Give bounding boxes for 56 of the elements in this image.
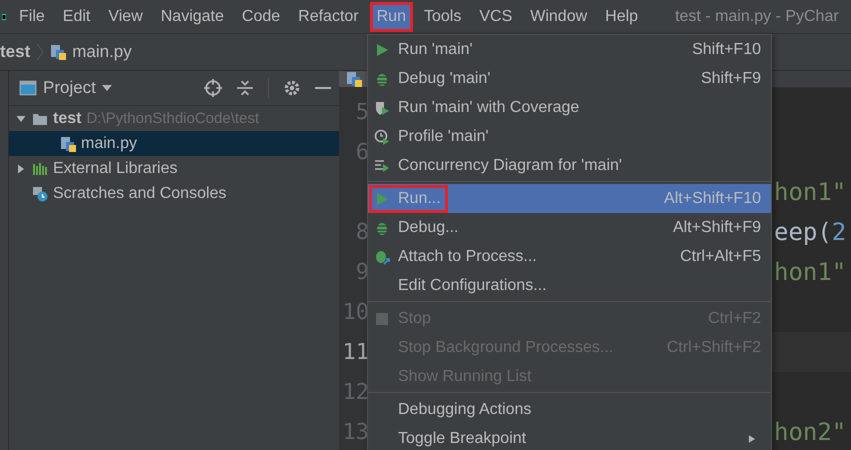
- menu-entry[interactable]: Edit Configurations...: [368, 271, 771, 300]
- tree-label: Scratches and Consoles: [53, 184, 226, 202]
- code-text: hon1": [774, 178, 846, 206]
- menu-item[interactable]: Edit: [56, 2, 98, 32]
- python-file-icon: [50, 44, 66, 60]
- menu-entry[interactable]: Concurrency Diagram for 'main': [368, 151, 771, 180]
- stop-icon: [374, 310, 390, 326]
- play-icon: [374, 190, 390, 206]
- play-icon: [374, 42, 390, 58]
- project-view-dropdown[interactable]: Project: [43, 78, 112, 98]
- window-icon: [19, 79, 37, 97]
- python-file-icon: [60, 136, 76, 152]
- menu-item[interactable]: Tools: [416, 2, 468, 32]
- crosshair-icon: [204, 79, 222, 97]
- collapse-icon: [236, 79, 254, 97]
- menu-item[interactable]: Refactor: [291, 2, 366, 32]
- menu-entry[interactable]: Run 'main' with Coverage: [368, 93, 771, 122]
- tree-item[interactable]: main.py: [9, 131, 339, 156]
- clock-play-icon: [374, 128, 390, 144]
- scratch-clock-icon: [32, 186, 48, 202]
- tree-label: External Libraries: [53, 160, 178, 178]
- menu-entry[interactable]: Debugging Actions: [368, 395, 771, 424]
- code-text: hon2": [774, 418, 846, 446]
- tree-item[interactable]: Scratches and Consoles: [9, 181, 339, 206]
- code-text: eep(2: [774, 218, 846, 246]
- breadcrumb-item[interactable]: main.py: [72, 42, 132, 62]
- library-icon: [32, 160, 48, 176]
- lines-play-icon: [374, 158, 390, 174]
- menu-entry[interactable]: Toggle Breakpoint: [368, 424, 771, 450]
- menu-entry[interactable]: Attach to Process... Ctrl+Alt+F5: [368, 242, 771, 271]
- code-text: hon1": [774, 258, 846, 286]
- menu-item[interactable]: View: [101, 2, 150, 32]
- editor-tab[interactable]: [339, 71, 369, 87]
- menu-entry[interactable]: Debug... Alt+Shift+F9: [368, 213, 771, 242]
- tree-label: test: [53, 110, 82, 128]
- python-file-icon: [346, 71, 362, 87]
- tree-label: main.py: [81, 134, 138, 152]
- menu-item[interactable]: VCS: [472, 2, 520, 32]
- window-title: test - main.py - PyChar: [675, 8, 839, 26]
- menu-entry[interactable]: Profile 'main': [368, 122, 771, 151]
- settings-icon: [283, 79, 301, 97]
- menu-item[interactable]: Navigate: [154, 2, 231, 32]
- shield-play-icon: [374, 100, 390, 116]
- caret-icon: [102, 84, 112, 92]
- menu-entry[interactable]: Debug 'main' Shift+F9: [368, 64, 771, 93]
- minimize-icon: [315, 87, 331, 89]
- chevron-icon: [36, 43, 44, 61]
- menu-item[interactable]: Help: [598, 2, 646, 32]
- menu-item[interactable]: Window: [523, 2, 594, 32]
- menu-entry[interactable]: Run 'main' Shift+F10: [368, 35, 771, 64]
- menu-item[interactable]: File: [12, 2, 52, 32]
- line-number: 11: [342, 340, 369, 364]
- bug-arrow-icon: [374, 248, 390, 264]
- breadcrumb-item[interactable]: test: [0, 42, 30, 62]
- tree-item[interactable]: External Libraries: [9, 156, 339, 181]
- menu-item[interactable]: Code: [234, 2, 288, 32]
